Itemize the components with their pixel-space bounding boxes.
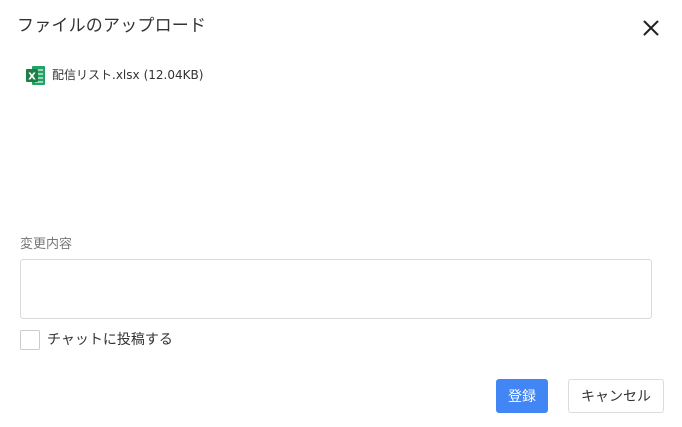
excel-file-icon: X (26, 65, 45, 85)
dialog-title: ファイルのアップロード (17, 16, 207, 36)
changes-label: 変更内容 (20, 237, 73, 252)
register-button[interactable]: 登録 (496, 379, 548, 413)
chat-post-label: チャットに投稿する (47, 331, 173, 348)
cancel-button[interactable]: キャンセル (568, 379, 664, 413)
upload-dialog: ファイルのアップロード X 配信リスト.xlsx (12.04KB) 変更内容 … (0, 0, 682, 427)
changes-input[interactable] (20, 259, 652, 319)
close-button[interactable] (639, 16, 663, 40)
file-name: 配信リスト.xlsx (52, 68, 140, 82)
close-icon (643, 20, 659, 36)
chat-post-checkbox[interactable] (20, 329, 40, 350)
file-size: (12.04KB) (143, 68, 204, 82)
chat-post-option[interactable]: チャットに投稿する (20, 328, 173, 351)
svg-text:X: X (28, 71, 36, 82)
file-item: X 配信リスト.xlsx (12.04KB) (25, 64, 203, 86)
